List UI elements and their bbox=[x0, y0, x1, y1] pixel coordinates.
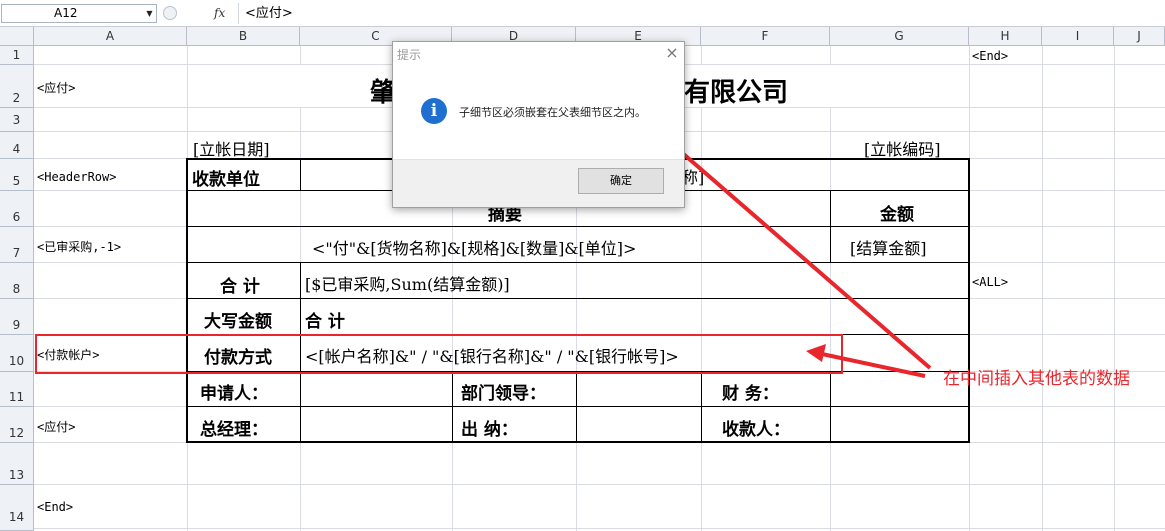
dialog-message: 子细节区必须嵌套在父表细节区之内。 bbox=[459, 106, 646, 119]
info-icon: i bbox=[421, 98, 447, 124]
dialog-title: 提示 bbox=[397, 48, 422, 62]
close-icon[interactable]: × bbox=[664, 44, 680, 62]
message-dialog: 提示 × i 子细节区必须嵌套在父表细节区之内。 确定 bbox=[392, 41, 685, 208]
ok-button[interactable]: 确定 bbox=[578, 168, 664, 194]
arrow-to-dialog bbox=[652, 127, 932, 370]
